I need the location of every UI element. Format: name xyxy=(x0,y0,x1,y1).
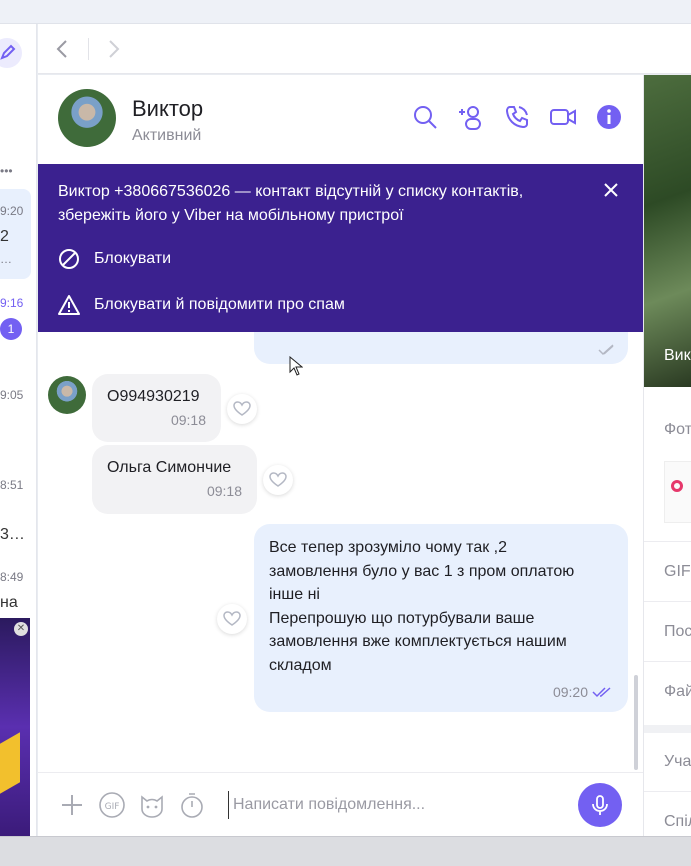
chat-time: 8:51 xyxy=(0,478,24,492)
close-icon[interactable] xyxy=(599,178,623,202)
chat-snippet: 3… xyxy=(0,526,25,543)
message-text-line: замовлення вже комплектується нашим xyxy=(269,633,567,650)
chat-header: Виктор Активний xyxy=(38,75,643,164)
sticker-icon[interactable] xyxy=(138,791,166,819)
divider xyxy=(644,791,691,792)
taskbar-strip xyxy=(0,836,691,866)
divider xyxy=(644,661,691,662)
like-heart-icon[interactable] xyxy=(263,465,293,495)
mouse-cursor-icon xyxy=(289,356,303,376)
divider xyxy=(644,725,691,733)
message-text-line: Перепрошую що потурбували ваше xyxy=(269,609,535,627)
chat-window: Виктор Активний Виктор +380667536026 — к… xyxy=(38,75,643,836)
media-thumbnail[interactable] xyxy=(664,461,691,523)
ad-banner[interactable]: ✕ xyxy=(0,618,30,836)
chat-snippet: 2 xyxy=(0,228,9,245)
chat-time: 8:49 xyxy=(0,570,24,584)
double-check-icon xyxy=(592,687,611,698)
chat-time: 9:20 xyxy=(0,204,24,218)
ad-close-icon[interactable]: ✕ xyxy=(14,622,28,636)
banner-message: Виктор +380667536026 — контакт відсутній… xyxy=(58,183,524,224)
outgoing-message-bubble[interactable]: Все тепер зрозуміло чому так ,2 замовлен… xyxy=(254,524,628,712)
svg-text:GIF: GIF xyxy=(105,802,120,812)
info-panel: Вик Фот GIF Пос Фай Уча Спіл xyxy=(643,75,691,836)
block-icon xyxy=(58,248,80,270)
contact-photo-caption: Вик xyxy=(664,347,691,364)
message-text-line: замовлення було у вас 1 з пром оплатою xyxy=(269,562,575,580)
media-thumbnail-graphic xyxy=(671,480,683,492)
chat-time: 9:16 xyxy=(0,296,24,310)
message-time: 09:18 xyxy=(206,483,242,499)
links-section-label[interactable]: Пос xyxy=(664,623,691,641)
scrollbar[interactable] xyxy=(634,675,638,770)
read-check-icon xyxy=(598,344,614,356)
photos-section-label[interactable]: Фот xyxy=(664,421,691,439)
microphone-icon xyxy=(592,795,608,815)
block-report-spam-button[interactable]: Блокувати й повідомити про спам xyxy=(58,294,345,316)
like-heart-icon[interactable] xyxy=(217,604,247,634)
nav-divider xyxy=(88,38,89,60)
more-dots: ••• xyxy=(0,164,13,178)
contact-status: Активний xyxy=(132,127,202,144)
unknown-contact-banner: Виктор +380667536026 — контакт відсутній… xyxy=(38,164,643,332)
voice-call-icon[interactable] xyxy=(503,103,531,131)
gif-section-label[interactable]: GIF xyxy=(664,563,691,581)
navigation-bar xyxy=(38,24,691,74)
window-top-bar xyxy=(0,0,691,24)
video-call-icon[interactable] xyxy=(549,103,577,131)
plus-icon[interactable] xyxy=(58,791,86,819)
like-heart-icon[interactable] xyxy=(227,394,257,424)
timer-icon[interactable] xyxy=(178,791,206,819)
incoming-message-bubble[interactable]: Ольга Симончие 09:18 xyxy=(92,445,257,514)
message-text: О994930219 xyxy=(107,388,200,405)
message-input[interactable] xyxy=(228,791,568,819)
incoming-message-bubble[interactable]: О994930219 09:18 xyxy=(92,374,221,442)
message-text-line: складом xyxy=(269,656,332,674)
message-time: 09:20 xyxy=(552,684,588,700)
message-text-line: інше ні xyxy=(269,586,320,603)
contact-name[interactable]: Виктор xyxy=(132,96,203,122)
message-composer: GIF xyxy=(38,772,643,836)
participants-section-label[interactable]: Уча xyxy=(664,753,691,771)
files-section-label[interactable]: Фай xyxy=(664,683,691,701)
chat-time: 9:05 xyxy=(0,388,24,402)
block-report-label: Блокувати й повідомити про спам xyxy=(94,296,345,313)
divider xyxy=(644,601,691,602)
info-icon[interactable] xyxy=(595,103,623,131)
message-list: О994930219 09:18 Ольга Симончие 09:18 Вс… xyxy=(38,312,643,772)
message-time: 09:18 xyxy=(170,412,206,428)
warning-icon xyxy=(58,294,80,316)
contact-photo[interactable]: Вик xyxy=(644,75,691,387)
chat-snippet: на xyxy=(0,594,18,611)
chat-snippet: … xyxy=(0,252,12,266)
unread-badge: 1 xyxy=(0,318,22,340)
back-arrow-icon[interactable] xyxy=(54,37,70,66)
chat-list-panel: ••• 9:20 2 … 9:16 1 9:05 8:51 3… 8:49 на… xyxy=(0,24,37,836)
compose-icon[interactable] xyxy=(0,38,22,68)
search-icon[interactable] xyxy=(411,103,439,131)
divider xyxy=(644,541,691,542)
message-text-line: Все тепер зрозуміло чому так ,2 xyxy=(269,539,508,556)
message-text: Ольга Симончие xyxy=(107,459,232,476)
add-participant-icon[interactable] xyxy=(457,103,485,131)
sender-avatar[interactable] xyxy=(48,376,86,414)
block-label: Блокувати xyxy=(94,250,172,267)
microphone-button[interactable] xyxy=(578,783,622,827)
gif-icon[interactable]: GIF xyxy=(98,791,126,819)
shared-section-label[interactable]: Спіл xyxy=(664,813,691,831)
block-button[interactable]: Блокувати xyxy=(58,248,171,270)
ad-graphic xyxy=(0,732,20,794)
contact-avatar[interactable] xyxy=(58,89,116,147)
forward-arrow-icon[interactable] xyxy=(106,37,122,66)
